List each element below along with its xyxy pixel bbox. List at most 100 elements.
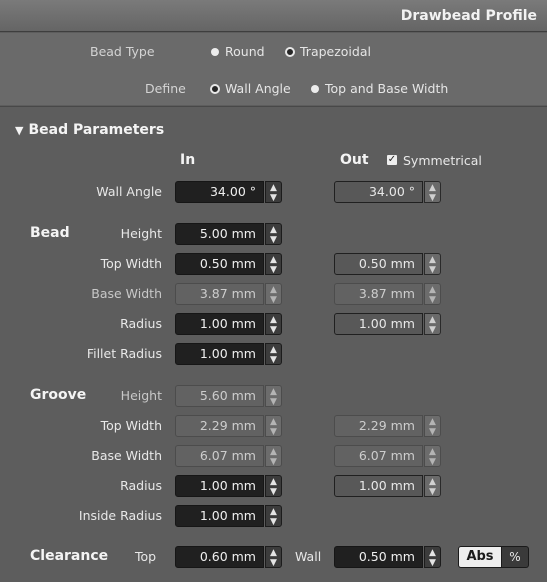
groove-inside-radius-in-spinner[interactable]: 1.00 mm ▲ ▼: [175, 505, 282, 527]
radio-round-dot: [211, 47, 219, 56]
groove-base-width-out-spin-buttons: ▲ ▼: [424, 445, 441, 467]
groove-top-width-out-spinner: 2.29 mm ▲ ▼: [334, 415, 441, 437]
bead-parameters-section: ▼ Bead Parameters In Out ✓ Symmetrical Wa…: [0, 106, 547, 582]
groove-inside-radius-in-field[interactable]: 1.00 mm: [175, 505, 264, 527]
bead-radius-in-spin-buttons[interactable]: ▲ ▼: [265, 313, 282, 335]
bead-top-width-in-spinner[interactable]: 0.50 mm ▲ ▼: [175, 253, 282, 275]
bead-top-width-out-field[interactable]: 0.50 mm: [334, 253, 423, 275]
define-label: Define: [145, 81, 186, 96]
groove-base-width-out-spinner: 6.07 mm ▲ ▼: [334, 445, 441, 467]
column-out-label: Out: [340, 152, 369, 168]
clearance-top-spinner[interactable]: 0.60 mm ▲ ▼: [175, 546, 282, 568]
wall-angle-out-spin-buttons[interactable]: ▲ ▼: [424, 181, 441, 203]
radio-wall-angle-label: Wall Angle: [225, 81, 291, 96]
radio-top-base-width[interactable]: Top and Base Width: [311, 81, 448, 96]
radio-trapezoidal-label: Trapezoidal: [300, 44, 371, 59]
abs-toggle-button[interactable]: Abs: [458, 546, 502, 568]
groove-group-label: Groove: [30, 387, 87, 403]
bead-height-in-spinner[interactable]: 5.00 mm ▲ ▼: [175, 223, 282, 245]
bead-radius-out-field[interactable]: 1.00 mm: [334, 313, 423, 335]
bead-base-width-out-spinner: 3.87 mm ▲ ▼: [334, 283, 441, 305]
drawbead-profile-panel: Drawbead Profile Bead Type Round Trapezo…: [0, 0, 547, 582]
define-row: Define Wall Angle Top and Base Width: [0, 81, 547, 101]
groove-inside-radius-in-spin-buttons[interactable]: ▲ ▼: [265, 505, 282, 527]
percent-toggle-button[interactable]: %: [502, 546, 529, 568]
bead-base-width-in-spinner: 3.87 mm ▲ ▼: [175, 283, 282, 305]
bead-base-width-out-spin-buttons: ▲ ▼: [424, 283, 441, 305]
column-in-label: In: [180, 152, 196, 168]
radio-trapezoidal[interactable]: Trapezoidal: [285, 44, 371, 59]
wall-angle-label: Wall Angle: [96, 184, 162, 199]
wall-angle-in-field[interactable]: 34.00 °: [175, 181, 264, 203]
title-bar: Drawbead Profile: [0, 0, 547, 32]
groove-base-width-in-field: 6.07 mm: [175, 445, 264, 467]
bead-radius-out-spinner[interactable]: 1.00 mm ▲ ▼: [334, 313, 441, 335]
bead-parameters-title: Bead Parameters: [28, 122, 165, 138]
bead-top-width-in-field[interactable]: 0.50 mm: [175, 253, 264, 275]
bead-base-width-out-field: 3.87 mm: [334, 283, 423, 305]
wall-angle-in-spin-buttons[interactable]: ▲ ▼: [265, 181, 282, 203]
groove-radius-out-field[interactable]: 1.00 mm: [334, 475, 423, 497]
bead-height-label: Height: [120, 226, 162, 241]
groove-radius-in-spin-buttons[interactable]: ▲ ▼: [265, 475, 282, 497]
bead-radius-in-spinner[interactable]: 1.00 mm ▲ ▼: [175, 313, 282, 335]
clearance-wall-spin-buttons[interactable]: ▲ ▼: [424, 546, 441, 568]
clearance-top-field[interactable]: 0.60 mm: [175, 546, 264, 568]
bead-base-width-label: Base Width: [91, 286, 162, 301]
bead-fillet-radius-in-spinner[interactable]: 1.00 mm ▲ ▼: [175, 343, 282, 365]
groove-height-in-spinner: 5.60 mm ▲ ▼: [175, 385, 282, 407]
bead-top-width-label: Top Width: [100, 256, 162, 271]
symmetrical-label: Symmetrical: [403, 153, 482, 168]
bead-fillet-radius-in-field[interactable]: 1.00 mm: [175, 343, 264, 365]
panel-title: Drawbead Profile: [400, 8, 537, 24]
bead-group-label: Bead: [30, 225, 70, 241]
groove-radius-out-spin-buttons[interactable]: ▲ ▼: [424, 475, 441, 497]
radio-round[interactable]: Round: [211, 44, 265, 59]
radio-top-base-width-dot: [311, 84, 319, 93]
groove-base-width-in-spinner: 6.07 mm ▲ ▼: [175, 445, 282, 467]
radio-round-label: Round: [225, 44, 265, 59]
bead-height-in-spin-buttons[interactable]: ▲ ▼: [265, 223, 282, 245]
groove-radius-label: Radius: [120, 478, 162, 493]
groove-height-in-spin-buttons: ▲ ▼: [265, 385, 282, 407]
bead-height-in-field[interactable]: 5.00 mm: [175, 223, 264, 245]
groove-top-width-in-spinner: 2.29 mm ▲ ▼: [175, 415, 282, 437]
bead-top-width-out-spin-buttons[interactable]: ▲ ▼: [424, 253, 441, 275]
wall-angle-in-spinner[interactable]: 34.00 ° ▲ ▼: [175, 181, 282, 203]
groove-radius-in-spinner[interactable]: 1.00 mm ▲ ▼: [175, 475, 282, 497]
bead-fillet-radius-label: Fillet Radius: [86, 346, 162, 361]
groove-height-in-field: 5.60 mm: [175, 385, 264, 407]
radio-wall-angle[interactable]: Wall Angle: [210, 81, 291, 96]
radio-wall-angle-dot: [210, 83, 220, 94]
groove-radius-in-field[interactable]: 1.00 mm: [175, 475, 264, 497]
clearance-wall-spinner[interactable]: 0.50 mm ▲ ▼: [334, 546, 441, 568]
groove-base-width-label: Base Width: [91, 448, 162, 463]
bead-radius-in-field[interactable]: 1.00 mm: [175, 313, 264, 335]
bead-radius-out-spin-buttons[interactable]: ▲ ▼: [424, 313, 441, 335]
clearance-group-label: Clearance: [30, 548, 109, 564]
radio-trapezoidal-dot: [285, 46, 295, 57]
bead-top-width-in-spin-buttons[interactable]: ▲ ▼: [265, 253, 282, 275]
groove-top-width-label: Top Width: [100, 418, 162, 433]
groove-radius-out-spinner[interactable]: 1.00 mm ▲ ▼: [334, 475, 441, 497]
wall-angle-out-spinner[interactable]: 34.00 ° ▲ ▼: [334, 181, 441, 203]
bead-options: Bead Type Round Trapezoidal Define Wall …: [0, 33, 547, 105]
clearance-wall-label: Wall: [295, 549, 322, 564]
bead-base-width-in-spin-buttons: ▲ ▼: [265, 283, 282, 305]
bead-base-width-in-field: 3.87 mm: [175, 283, 264, 305]
clearance-top-spin-buttons[interactable]: ▲ ▼: [265, 546, 282, 568]
check-icon: ✓: [387, 154, 397, 165]
groove-top-width-out-spin-buttons: ▲ ▼: [424, 415, 441, 437]
bead-type-label: Bead Type: [90, 44, 155, 59]
bead-radius-label: Radius: [120, 316, 162, 331]
groove-top-width-in-field: 2.29 mm: [175, 415, 264, 437]
groove-base-width-out-field: 6.07 mm: [334, 445, 423, 467]
wall-angle-out-field[interactable]: 34.00 °: [334, 181, 423, 203]
bead-fillet-radius-in-spin-buttons[interactable]: ▲ ▼: [265, 343, 282, 365]
clearance-wall-field[interactable]: 0.50 mm: [334, 546, 423, 568]
bead-parameters-header[interactable]: ▼ Bead Parameters: [15, 122, 164, 138]
symmetrical-checkbox[interactable]: ✓: [387, 155, 397, 165]
bead-top-width-out-spinner[interactable]: 0.50 mm ▲ ▼: [334, 253, 441, 275]
clearance-top-label: Top: [135, 549, 157, 564]
bead-type-row: Bead Type Round Trapezoidal: [0, 44, 547, 64]
